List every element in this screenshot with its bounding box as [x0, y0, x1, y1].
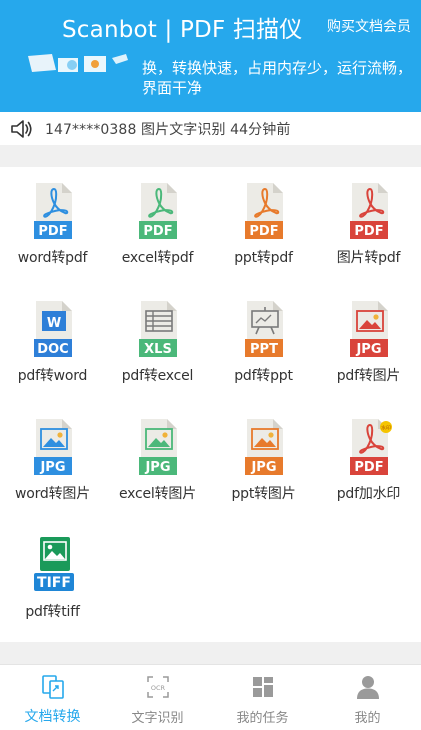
tool-item[interactable]: JPG word转图片: [0, 403, 105, 521]
tasks-grid-icon: [253, 677, 273, 697]
app-title: Scanbot | PDF 扫描仪: [62, 17, 303, 43]
svg-text:PDF: PDF: [354, 460, 383, 475]
tool-label: pdf转tiff: [25, 604, 80, 620]
doc-file-icon: W DOC: [34, 301, 72, 357]
pdf-file-icon: PDF: [245, 183, 283, 239]
svg-text:TIFF: TIFF: [37, 575, 71, 591]
jpg-file-icon: JPG: [245, 419, 283, 475]
nav-tab-label: 我的: [354, 711, 381, 726]
tool-item[interactable]: W DOC pdf转word: [0, 285, 105, 403]
jpg-file-icon: JPG: [350, 301, 388, 357]
tool-item[interactable]: TIFF pdf转tiff: [0, 521, 105, 639]
tool-label: pdf转图片: [336, 368, 401, 384]
tool-label: pdf转excel: [121, 368, 194, 384]
tool-item[interactable]: PPT pdf转ppt: [211, 285, 316, 403]
tool-item[interactable]: PDF excel转pdf: [105, 167, 210, 285]
nav-tab-label: 文档转换: [24, 709, 81, 725]
jpg-file-icon: JPG: [34, 419, 72, 475]
banner-text: 换，转换快速，占用内存少，运行流畅，界面干净: [142, 59, 413, 97]
tiff-file-icon: TIFF: [34, 537, 74, 591]
tool-item[interactable]: JPG ppt转图片: [211, 403, 316, 521]
watermark-pdf-icon: 水印 PDF: [350, 419, 392, 475]
tool-label: word转图片: [14, 486, 90, 502]
svg-text:PDF: PDF: [249, 224, 278, 239]
speaker-icon: [11, 119, 32, 138]
tool-item[interactable]: PDF 图片转pdf: [316, 167, 421, 285]
svg-text:JPG: JPG: [355, 342, 381, 357]
notice-bar: 147****0388 图片文字识别 44分钟前: [0, 112, 421, 145]
ocr-icon: OCR: [147, 676, 169, 698]
tool-label: pdf转word: [17, 368, 88, 384]
nav-tab[interactable]: 文档转换: [0, 665, 105, 730]
nav-tab[interactable]: 我的: [315, 665, 420, 730]
tool-label: pdf转ppt: [234, 368, 293, 384]
document-convert-icon: [42, 675, 64, 699]
svg-text:PPT: PPT: [250, 342, 278, 357]
svg-text:W: W: [47, 316, 61, 331]
section-divider: [0, 642, 421, 664]
tools-grid: PDF word转pdf PDF excel转pdf PDF ppt转pdf PDF 图片转p…: [0, 167, 421, 642]
tool-label: ppt转pdf: [234, 250, 293, 266]
pdf-file-icon: PDF: [34, 183, 72, 239]
svg-text:水印: 水印: [381, 425, 391, 432]
svg-text:JPG: JPG: [39, 460, 65, 475]
svg-text:XLS: XLS: [144, 342, 172, 357]
app-header: Scanbot | PDF 扫描仪 购买文档会员 换，转换快速，占用内存少，运行…: [0, 0, 421, 112]
section-divider: [0, 145, 421, 167]
pdf-file-icon: PDF: [350, 183, 388, 239]
tool-label: ppt转图片: [231, 486, 296, 502]
nav-tab[interactable]: 我的任务: [210, 665, 315, 730]
tool-label: 图片转pdf: [336, 250, 401, 266]
svg-text:PDF: PDF: [143, 224, 172, 239]
pdf-file-icon: PDF: [139, 183, 177, 239]
svg-text:PDF: PDF: [354, 224, 383, 239]
tool-item[interactable]: JPG pdf转图片: [316, 285, 421, 403]
nav-tab-label: 我的任务: [236, 711, 289, 726]
bottom-nav: 文档转换 OCR 文字识别 我的任务 我的: [0, 664, 421, 730]
buy-membership-link[interactable]: 购买文档会员: [327, 16, 411, 36]
tool-label: excel转pdf: [121, 250, 194, 266]
notice-text: 147****0388 图片文字识别 44分钟前: [45, 121, 291, 138]
tool-item[interactable]: XLS pdf转excel: [105, 285, 210, 403]
profile-icon: [357, 676, 379, 699]
xls-file-icon: XLS: [139, 301, 177, 357]
tool-item[interactable]: PDF ppt转pdf: [211, 167, 316, 285]
svg-text:JPG: JPG: [144, 460, 170, 475]
svg-text:OCR: OCR: [151, 684, 166, 692]
svg-text:PDF: PDF: [38, 224, 67, 239]
tool-item[interactable]: JPG excel转图片: [105, 403, 210, 521]
tool-label: pdf加水印: [336, 486, 401, 502]
tool-label: word转pdf: [17, 250, 88, 266]
tool-item[interactable]: 水印 PDF pdf加水印: [316, 403, 421, 521]
ppt-file-icon: PPT: [245, 301, 283, 357]
nav-tab-label: 文字识别: [131, 711, 184, 726]
tool-item[interactable]: PDF word转pdf: [0, 167, 105, 285]
tool-label: excel转图片: [118, 486, 196, 502]
jpg-file-icon: JPG: [139, 419, 177, 475]
svg-text:DOC: DOC: [37, 342, 68, 357]
banner-illustration: [28, 54, 128, 72]
svg-text:JPG: JPG: [250, 460, 276, 475]
nav-tab[interactable]: OCR 文字识别: [105, 665, 210, 730]
